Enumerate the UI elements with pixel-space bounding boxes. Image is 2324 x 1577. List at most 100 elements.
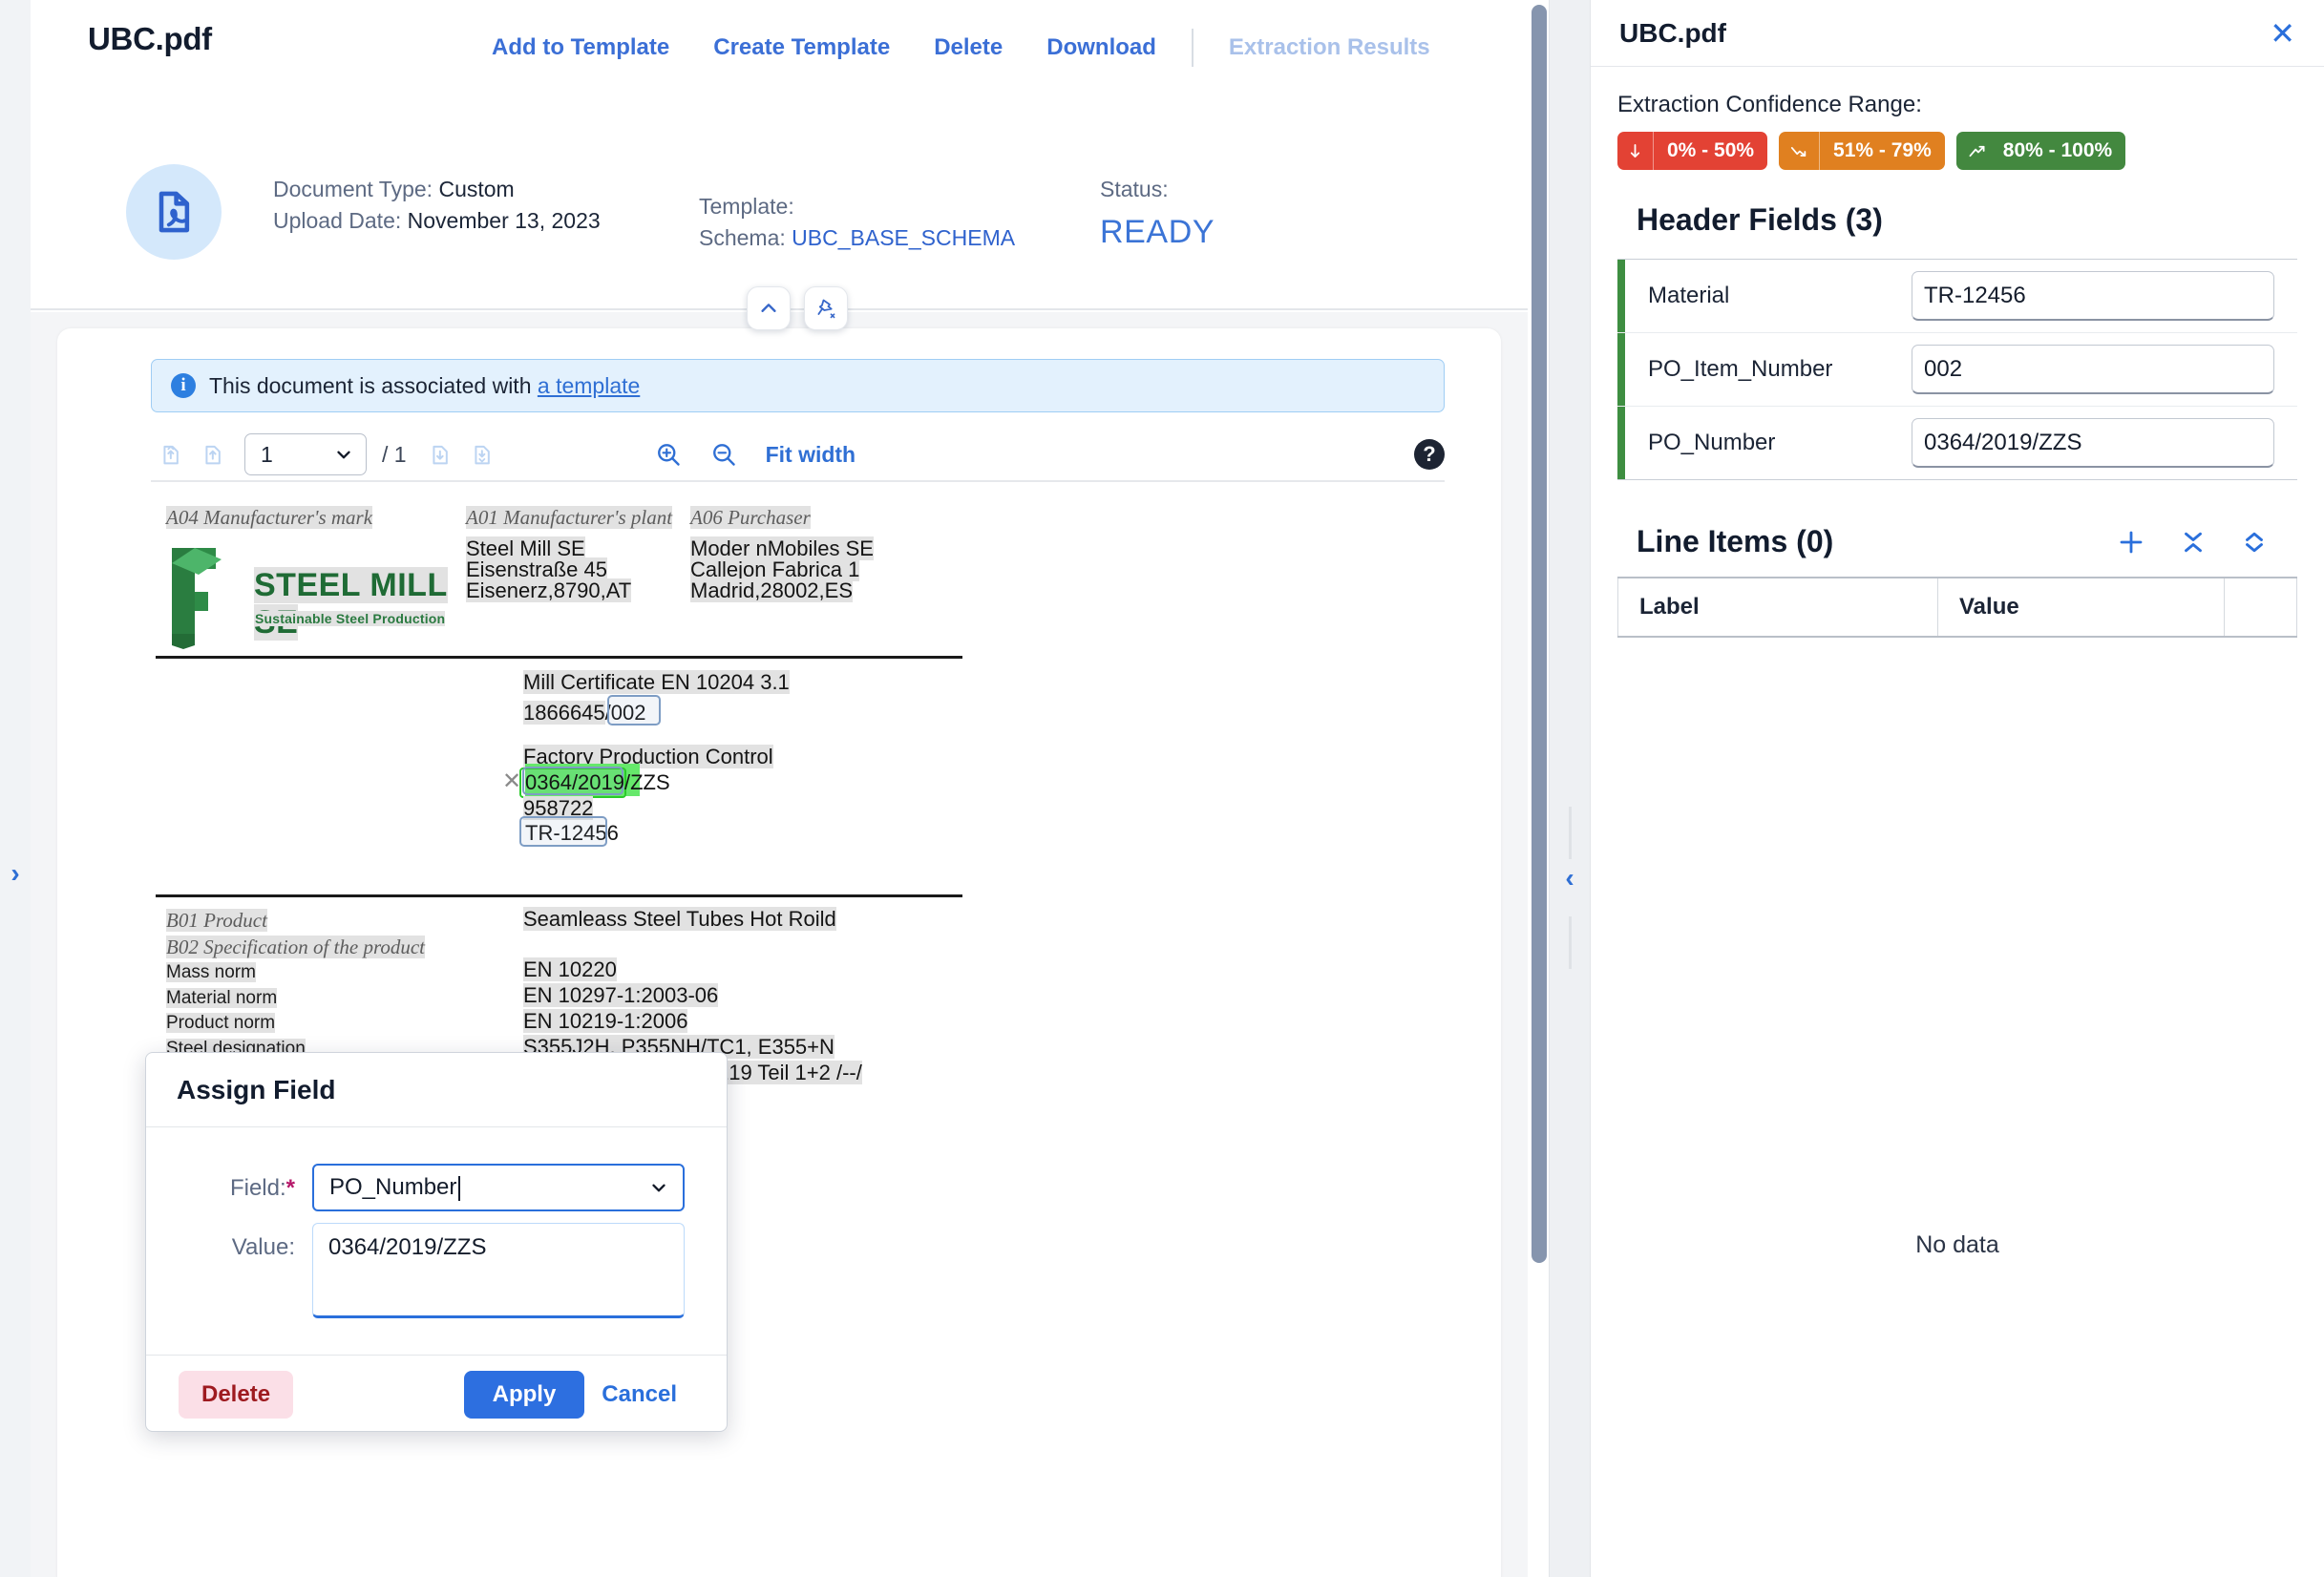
page-scrollbar-thumb[interactable] <box>1532 5 1547 1263</box>
next-page-icon[interactable] <box>420 435 462 473</box>
dialog-footer: Delete Apply Cancel <box>146 1355 727 1433</box>
header-actions: Add to Template Create Template Delete D… <box>470 29 1452 67</box>
row-label-0: B01 Product <box>166 909 267 932</box>
required-marker: * <box>285 1175 295 1201</box>
confidence-range-label: Extraction Confidence Range: <box>1617 92 1922 117</box>
banner-text: This document is associated with a templ… <box>209 373 640 399</box>
confidence-chip-low: 0% - 50% <box>1617 132 1768 170</box>
field-select[interactable]: PO_Number <box>312 1164 685 1211</box>
confidence-bar <box>1617 406 1625 480</box>
main-column: UBC.pdf Add to Template Create Template … <box>31 0 1528 1577</box>
confidence-bar <box>1617 259 1625 333</box>
doc-meta-type: Document Type: Custom Upload Date: Novem… <box>273 174 601 238</box>
splitter-grip-top <box>1569 807 1572 859</box>
create-template-button[interactable]: Create Template <box>691 34 912 61</box>
zoom-in-icon[interactable] <box>647 435 689 473</box>
page-number-select[interactable]: 1 <box>244 433 367 475</box>
purchaser-line-3: Madrid,28002,ES <box>690 578 853 602</box>
download-button[interactable]: Download <box>1025 34 1178 61</box>
template-label: Template: <box>699 194 794 219</box>
anchor-marker-icon: ✕ <box>502 768 522 794</box>
dialog-delete-button[interactable]: Delete <box>179 1370 294 1419</box>
logo-subtitle: Sustainable Steel Production <box>255 611 446 626</box>
line-items-actions <box>2116 527 2269 557</box>
page-title: UBC.pdf <box>88 21 212 56</box>
info-icon: i <box>171 373 196 398</box>
unpin-icon[interactable] <box>804 286 848 330</box>
row-label-4: Product norm <box>166 1013 276 1033</box>
line-items-column-value: Value <box>1937 577 2225 638</box>
header-fields-table: Material PO_Item_Number PO_Number <box>1617 259 2297 480</box>
upload-date-label: Upload Date: <box>273 208 402 234</box>
page-number-value: 1 <box>261 441 273 467</box>
confidence-chip-mid-label: 51% - 79% <box>1833 139 1932 161</box>
nav-divider <box>1191 29 1194 67</box>
row-value-0: Seamleass Steel Tubes Hot Roild <box>523 907 836 931</box>
confidence-chip-mid: 51% - 79% <box>1779 132 1945 170</box>
status-badge: READY <box>1100 214 1215 251</box>
line-items-title: Line Items (0) <box>1637 524 1834 558</box>
panel-body: Extraction Confidence Range: 0% - 50% 51… <box>1591 67 2324 638</box>
table-row: Material <box>1617 259 2297 333</box>
extraction-results-button[interactable]: Extraction Results <box>1207 34 1452 61</box>
document-type-value: Custom <box>438 177 515 201</box>
expand-left-panel-icon[interactable]: › <box>4 854 27 893</box>
line-items-header: Line Items (0) <box>1637 524 2297 559</box>
row-label-3: Material norm <box>166 988 278 1008</box>
header-field-input-material[interactable] <box>1912 271 2274 321</box>
row-label-1: B02 Specification of the product <box>166 936 426 958</box>
header-field-input-po-item-number[interactable] <box>1912 345 2274 394</box>
po-item-number-annotation-box[interactable] <box>607 695 661 725</box>
expand-all-icon[interactable] <box>2240 528 2269 557</box>
extraction-results-panel: UBC.pdf ✕ Extraction Confidence Range: 0… <box>1591 0 2324 1577</box>
material-annotation-box[interactable] <box>519 816 607 847</box>
a01-label: A01 Manufacturer's plant <box>466 506 673 529</box>
pdf-viewer-card: i This document is associated with a tem… <box>57 328 1501 1577</box>
field-label: Field:* <box>229 1175 295 1201</box>
delete-button[interactable]: Delete <box>912 34 1025 61</box>
dialog-cancel-button[interactable]: Cancel <box>584 1371 694 1419</box>
zoom-out-icon[interactable] <box>703 435 745 473</box>
chevron-down-icon <box>652 1184 666 1192</box>
dialog-title: Assign Field <box>146 1053 727 1127</box>
add-line-item-icon[interactable] <box>2116 527 2146 557</box>
row-value-4: EN 10219-1:2006 <box>523 1009 688 1033</box>
add-to-template-button[interactable]: Add to Template <box>470 34 691 61</box>
dialog-apply-button[interactable]: Apply <box>463 1370 585 1419</box>
confidence-chip-high-label: 80% - 100% <box>2002 139 2113 161</box>
value-label: Value: <box>231 1234 295 1260</box>
header-field-label-1: PO_Item_Number <box>1648 356 1833 382</box>
value-input[interactable] <box>312 1223 685 1318</box>
steel-mill-logo: STEEL MILL SE Sustainable Steel Producti… <box>166 546 491 651</box>
first-page-icon[interactable] <box>151 435 193 473</box>
fit-width-button[interactable]: Fit width <box>766 442 856 468</box>
header-field-value-cell-0 <box>1912 260 2297 333</box>
table-row: PO_Number <box>1617 406 2297 480</box>
last-page-icon[interactable] <box>462 435 504 473</box>
collapse-all-icon[interactable] <box>2179 528 2208 557</box>
field-select-value: PO_Number <box>329 1174 461 1201</box>
collapse-header-button[interactable] <box>747 286 791 330</box>
confidence-bar <box>1617 332 1625 407</box>
close-icon[interactable]: ✕ <box>2270 18 2295 49</box>
template-link[interactable]: a template <box>538 373 640 398</box>
trend-down-icon <box>1779 132 1821 170</box>
confidence-legend: 0% - 50% 51% - 79% 80% - 100% <box>1617 132 2297 170</box>
cert-bottom-rule <box>156 894 962 897</box>
schema-value-link[interactable]: UBC_BASE_SCHEMA <box>792 225 1015 250</box>
table-row: PO_Item_Number <box>1617 332 2297 407</box>
upload-date-value: November 13, 2023 <box>407 208 601 234</box>
assign-field-dialog: Assign Field Field:* PO_Number Value: 03… <box>145 1052 728 1432</box>
header-fields-title: Header Fields (3) <box>1637 202 1883 237</box>
panel-splitter[interactable] <box>1549 0 1591 1577</box>
previous-page-icon[interactable] <box>193 435 235 473</box>
header-field-value-cell-2 <box>1912 407 2297 480</box>
template-association-banner: i This document is associated with a tem… <box>151 359 1445 412</box>
line-items-column-actions <box>2224 577 2297 638</box>
banner-message: This document is associated with <box>209 372 538 398</box>
help-icon[interactable]: ? <box>1414 439 1445 470</box>
collapse-right-panel-icon[interactable]: ‹ <box>1558 859 1581 897</box>
header-field-input-po-number[interactable] <box>1912 418 2274 468</box>
line-items-column-label: Label <box>1617 577 1938 638</box>
no-data-message: No data <box>1915 1231 1999 1258</box>
